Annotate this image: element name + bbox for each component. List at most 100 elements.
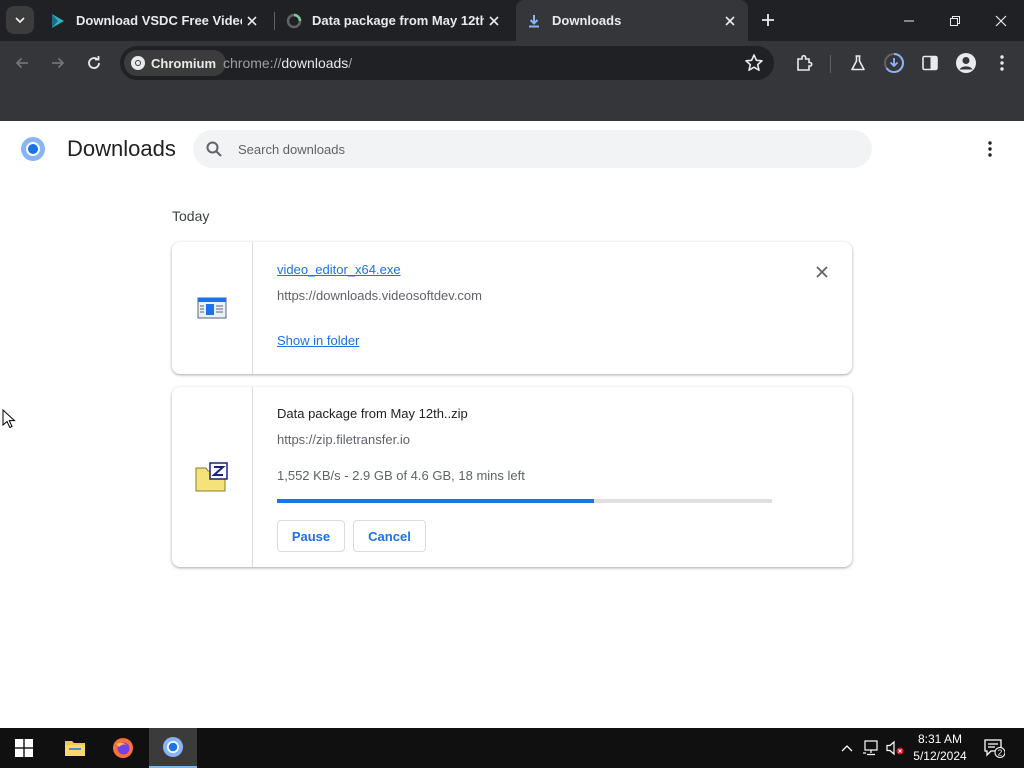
profile-button[interactable]: [954, 51, 978, 75]
puzzle-icon: [797, 54, 813, 71]
loading-spinner-icon: [286, 13, 302, 29]
volume-muted-icon: [886, 740, 904, 756]
search-icon: [206, 141, 222, 157]
taskbar-file-explorer[interactable]: [51, 728, 99, 768]
search-box[interactable]: [193, 130, 872, 168]
clock-time: 8:31 AM: [917, 732, 963, 746]
chip-label: Chromium: [151, 55, 216, 71]
download-source-url: https://downloads.videosoftdev.com: [277, 288, 482, 303]
chevron-down-icon: [15, 17, 25, 24]
forward-button[interactable]: [44, 49, 72, 77]
download-item-completed: video_editor_x64.exe https://downloads.v…: [172, 242, 852, 374]
reload-button[interactable]: [80, 49, 108, 77]
tab-strip: Download VSDC Free Video Ed Data package…: [0, 0, 1024, 41]
address-bar[interactable]: Chromium chrome://downloads/: [120, 46, 774, 80]
progress-fill: [277, 499, 594, 503]
toolbar-separator: [830, 55, 831, 73]
url-host: downloads: [281, 55, 349, 71]
pause-button[interactable]: Pause: [277, 520, 345, 552]
browser-toolbar: Chromium chrome://downloads/: [0, 41, 1024, 85]
tab-vsdc[interactable]: Download VSDC Free Video Ed: [40, 0, 270, 41]
cancel-button[interactable]: Cancel: [353, 520, 426, 552]
chevron-up-icon: [841, 745, 853, 752]
bookmark-star-icon[interactable]: [744, 53, 764, 73]
restore-button[interactable]: [932, 0, 978, 41]
download-progress-icon: [884, 53, 904, 73]
file-icon-column: [172, 387, 253, 567]
clock-date: 5/12/2024: [913, 749, 967, 763]
chromium-logo-icon: [163, 737, 183, 757]
notification-icon: 2: [984, 739, 1005, 758]
folder-icon: [65, 741, 85, 756]
chromium-logo-icon: [131, 56, 145, 70]
flask-icon: [851, 55, 865, 71]
forward-arrow-icon: [52, 57, 65, 69]
tab-downloads[interactable]: Downloads: [516, 0, 748, 41]
remove-download-button[interactable]: [812, 262, 832, 282]
labs-button[interactable]: [846, 51, 870, 75]
downloads-button[interactable]: [882, 51, 906, 75]
tab-title: Downloads: [552, 13, 622, 28]
zip-file-icon: [195, 462, 228, 492]
taskbar-clock[interactable]: 8:31 AM 5/12/2024: [905, 731, 975, 765]
notifications-button[interactable]: 2: [983, 738, 1005, 758]
tab-separator: [274, 12, 275, 30]
avatar-icon: [956, 53, 976, 73]
url-path: /: [348, 55, 353, 71]
show-in-folder-link[interactable]: Show in folder: [277, 333, 359, 348]
notification-count: 2: [998, 749, 1003, 758]
tab-close-icon[interactable]: [720, 11, 740, 31]
mouse-cursor-icon: [2, 409, 16, 429]
browser-menu-button[interactable]: [990, 51, 1014, 75]
firefox-icon: [113, 738, 133, 758]
downloads-page: Downloads Today video_editor_x64.exe htt…: [0, 121, 1024, 728]
volume-button[interactable]: [885, 738, 905, 758]
search-input[interactable]: [238, 138, 838, 160]
kebab-menu-icon: [1000, 55, 1004, 71]
back-arrow-icon: [15, 57, 28, 69]
new-tab-button[interactable]: [756, 8, 780, 32]
back-button[interactable]: [8, 49, 36, 77]
download-icon: [526, 13, 542, 29]
file-icon-column: [172, 242, 253, 374]
close-icon: [995, 15, 1007, 26]
tab-search-button[interactable]: [6, 6, 34, 34]
tab-close-icon[interactable]: [242, 11, 262, 31]
extensions-button[interactable]: [792, 51, 816, 75]
show-hidden-icons-button[interactable]: [837, 738, 857, 758]
network-icon: [863, 740, 878, 756]
download-filename-link[interactable]: video_editor_x64.exe: [277, 262, 401, 277]
side-panel-icon: [922, 55, 938, 71]
tab-title: Data package from May 12th.: [312, 13, 484, 28]
minimize-icon: [904, 20, 914, 21]
chromium-logo-icon: [21, 137, 45, 161]
site-info-chip[interactable]: Chromium: [124, 50, 226, 76]
reload-icon: [88, 56, 100, 69]
taskbar-chromium[interactable]: [149, 728, 197, 768]
minimize-button[interactable]: [886, 0, 932, 41]
download-source-url: https://zip.filetransfer.io: [277, 432, 410, 447]
plus-icon: [762, 14, 774, 26]
taskbar-firefox[interactable]: [99, 728, 147, 768]
download-status-text: 1,552 KB/s - 2.9 GB of 4.6 GB, 18 mins l…: [277, 468, 525, 483]
download-item-in-progress: Data package from May 12th..zip https://…: [172, 387, 852, 567]
side-panel-button[interactable]: [918, 51, 942, 75]
vsdc-favicon-icon: [50, 13, 66, 29]
tab-title: Download VSDC Free Video Ed: [76, 13, 242, 28]
download-progress-bar: [277, 499, 772, 503]
tab-data-package[interactable]: Data package from May 12th.: [276, 0, 512, 41]
download-filename[interactable]: Data package from May 12th..zip: [277, 406, 468, 421]
url-text[interactable]: chrome://downloads/: [223, 55, 352, 71]
network-button[interactable]: [861, 738, 881, 758]
downloads-menu-button[interactable]: [978, 137, 1002, 161]
url-scheme: chrome://: [223, 55, 282, 71]
windows-logo-icon: [15, 739, 33, 757]
exe-file-icon: [197, 297, 227, 319]
restore-icon: [950, 15, 960, 26]
page-title: Downloads: [67, 136, 176, 161]
bookmark-bar: [0, 85, 1024, 121]
kebab-menu-icon: [988, 141, 992, 157]
tab-close-icon[interactable]: [484, 11, 504, 31]
start-button[interactable]: [0, 728, 48, 768]
close-window-button[interactable]: [978, 0, 1024, 41]
